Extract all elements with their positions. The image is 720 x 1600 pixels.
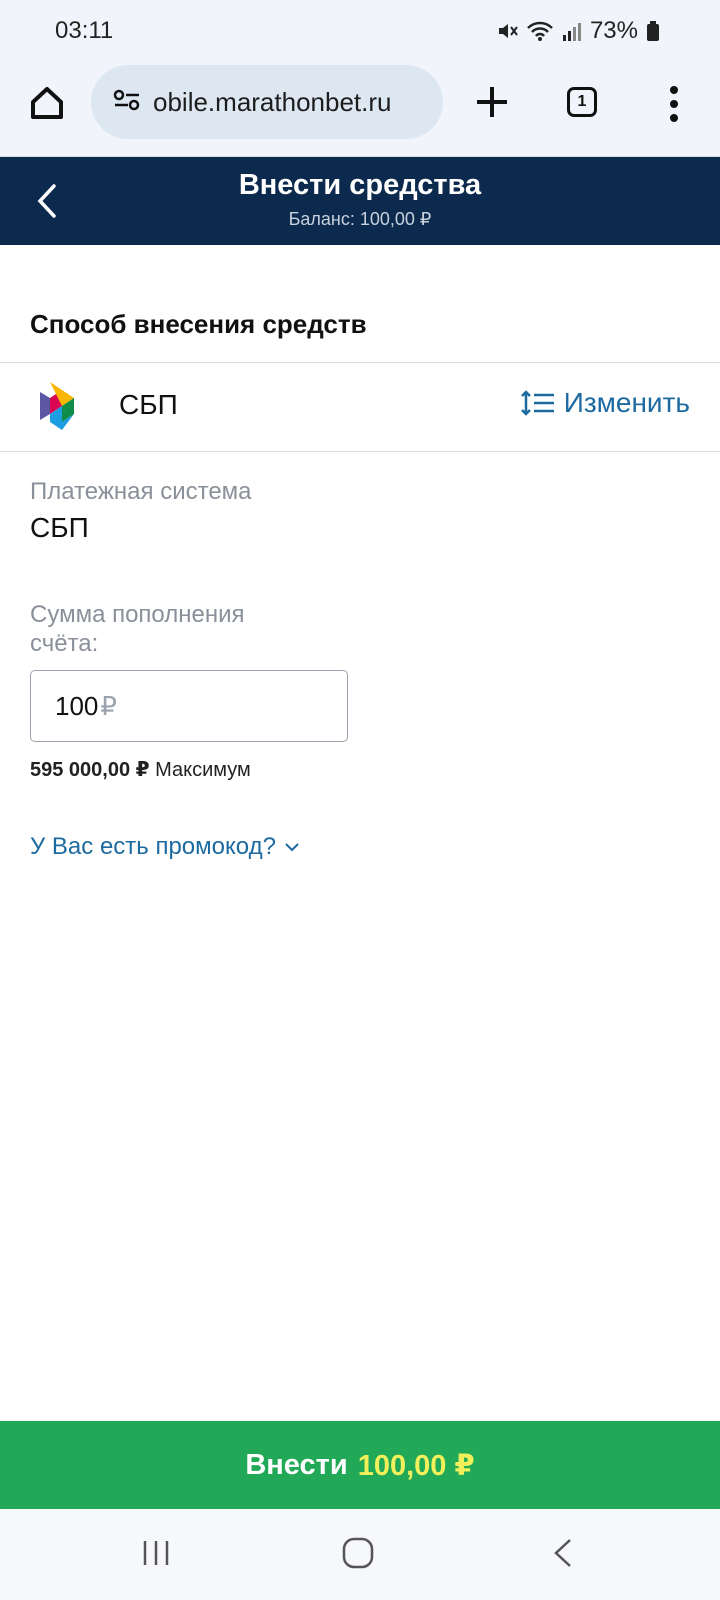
promo-code-label: У Вас есть промокод? — [30, 833, 276, 860]
method-section-title: Способ внесения средств — [30, 309, 367, 339]
status-icons: 73% — [496, 17, 660, 45]
battery-text: 73% — [589, 17, 638, 44]
amount-currency: ₽ — [100, 690, 117, 721]
payment-system-value: СБП — [30, 512, 89, 543]
payment-system-label: Платежная система — [30, 478, 252, 505]
amount-label: Сумма пополнения счёта: — [30, 601, 245, 657]
deposit-button[interactable]: Внести 100,00 ₽ — [0, 1421, 720, 1509]
chevron-down-icon — [285, 843, 299, 852]
change-method-button[interactable]: Изменить — [520, 387, 690, 419]
method-name: СБП — [119, 389, 178, 420]
wifi-icon — [526, 20, 554, 42]
system-home-button[interactable] — [341, 1536, 375, 1575]
tab-count: 1 — [577, 93, 587, 110]
browser-toolbar: obile.marathonbet.ru 1 — [0, 60, 720, 157]
battery-icon — [646, 20, 660, 42]
page-header: Внести средства Баланс: 100,00 ₽ — [0, 157, 720, 245]
back-arrow-icon — [554, 1539, 571, 1567]
max-amount-value: 595 000,00 ₽ — [30, 759, 150, 781]
amount-input[interactable]: 100 ₽ — [30, 670, 348, 742]
payment-method-row[interactable]: СБП Изменить — [0, 362, 720, 452]
promo-code-toggle[interactable]: У Вас есть промокод? — [30, 833, 300, 861]
recents-button[interactable] — [140, 1537, 172, 1574]
deposit-button-amount: 100,00 ₽ — [357, 1449, 475, 1482]
change-method-label: Изменить — [563, 387, 690, 418]
recents-icon — [143, 1541, 169, 1565]
home-icon — [31, 87, 63, 119]
site-settings-icon[interactable] — [113, 87, 141, 118]
system-nav-bar — [0, 1509, 720, 1600]
status-bar: 03:11 73% — [0, 0, 720, 60]
url-text: obile.marathonbet.ru — [153, 86, 392, 117]
system-back-button[interactable] — [550, 1537, 576, 1574]
home-circle-icon — [342, 1537, 374, 1569]
mute-icon — [496, 20, 518, 42]
new-tab-button[interactable] — [470, 80, 514, 124]
home-button[interactable] — [24, 80, 70, 126]
amount-value: 100 — [55, 690, 99, 721]
page-title: Внести средства — [238, 169, 482, 201]
plus-icon — [477, 87, 507, 117]
address-bar[interactable]: obile.marathonbet.ru — [91, 65, 443, 139]
sbp-logo-icon — [40, 382, 74, 430]
status-time: 03:11 — [55, 17, 114, 44]
signal-icon — [562, 20, 582, 42]
deposit-button-label: Внести — [245, 1448, 348, 1481]
tab-switcher-button[interactable]: 1 — [567, 87, 597, 117]
max-amount-label: Максимум — [155, 759, 251, 781]
more-vert-icon — [670, 86, 678, 122]
max-amount-row: 595 000,00 ₽ Максимум — [30, 757, 251, 782]
balance-text: Баланс: 100,00 ₽ — [288, 209, 432, 229]
sort-list-icon — [520, 390, 554, 416]
browser-menu-button[interactable] — [664, 82, 684, 126]
